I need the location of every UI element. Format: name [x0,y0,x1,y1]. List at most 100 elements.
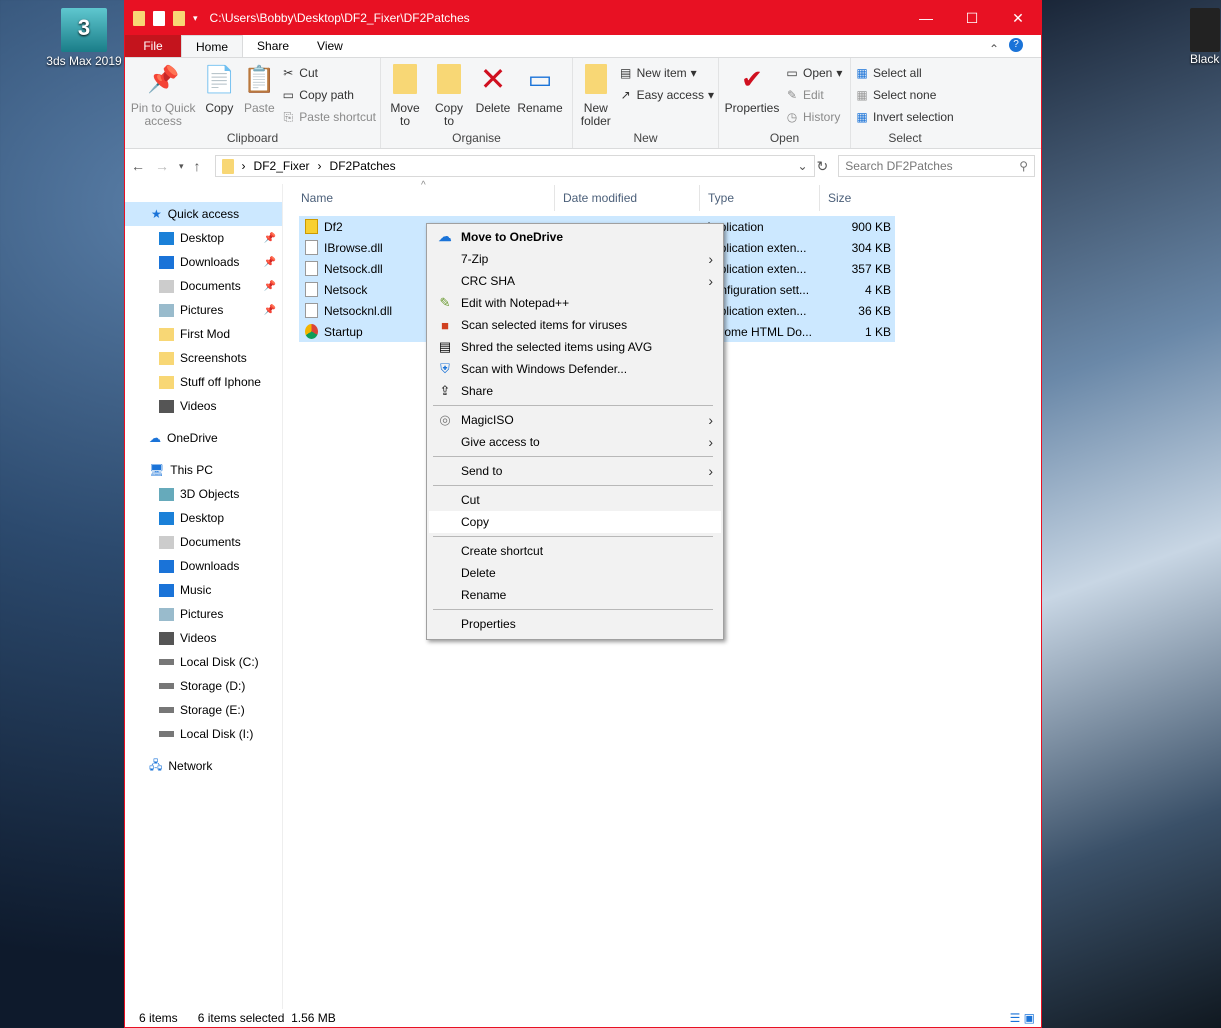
help-icon[interactable]: ? [1009,38,1023,52]
breadcrumb-df2patches[interactable]: DF2Patches [330,159,396,173]
menu-copy[interactable]: Copy [429,511,721,533]
nav-pc-storage-e-[interactable]: Storage (E:) [125,698,282,722]
breadcrumb-df2-fixer[interactable]: DF2_Fixer [254,159,310,173]
nav-quick-stuff-off-iphone[interactable]: Stuff off Iphone [125,370,282,394]
nav-pc-downloads[interactable]: Downloads [125,554,282,578]
back-button[interactable]: ← [131,158,145,174]
pin-quick-access-button[interactable]: 📌 Pin to Quick access [129,62,197,130]
minimize-button[interactable]: — [903,10,949,27]
menu-magiciso[interactable]: ◎ MagicISO › [427,409,723,431]
forward-button[interactable]: → [155,158,169,174]
nav-quick-documents[interactable]: Documents 📌 [125,274,282,298]
open-icon: ▭ [786,66,798,80]
nav-pc-pictures[interactable]: Pictures [125,602,282,626]
menu-delete[interactable]: Delete [427,562,723,584]
menu-edit-notepadpp[interactable]: ✎ Edit with Notepad++ [427,292,723,314]
nav-pc-videos[interactable]: Videos [125,626,282,650]
select-none-button[interactable]: ▦ Select none [855,87,954,103]
column-name[interactable]: Name [283,185,555,211]
delete-button[interactable]: ✕ Delete [473,62,513,130]
new-item-button[interactable]: ▤ New item ▾ [619,65,714,81]
nav-quick-desktop[interactable]: Desktop 📌 [125,226,282,250]
recent-locations-button[interactable]: ▾ [179,161,184,172]
nav-pc-documents[interactable]: Documents [125,530,282,554]
copy-to-button[interactable]: Copy to [429,62,469,130]
refresh-button[interactable]: ↻ [817,158,829,175]
desktop-icon-label: 3ds Max 2019 [46,54,122,68]
paste-shortcut-button[interactable]: ⎘ Paste shortcut [281,109,376,125]
tab-home[interactable]: Home [181,35,244,57]
menu-give-access[interactable]: Give access to › [427,431,723,453]
drive-icon [159,683,174,689]
new-folder-quick-icon[interactable] [173,10,185,26]
menu-7zip[interactable]: 7-Zip › [427,248,723,270]
move-to-button[interactable]: Move to [385,62,425,130]
menu-crc-sha[interactable]: CRC SHA › [427,270,723,292]
search-input[interactable]: Search DF2Patches ⚲ [838,155,1035,177]
copy-button[interactable]: 📄 Copy [201,62,237,130]
menu-scan-avg[interactable]: ■ Scan selected items for viruses [427,314,723,336]
label: Scan with Windows Defender... [461,362,628,376]
properties-quick-icon[interactable] [153,10,165,26]
tab-file[interactable]: File [125,35,181,57]
column-date-modified[interactable]: Date modified [555,185,700,211]
nav-quick-pictures[interactable]: Pictures 📌 [125,298,282,322]
label: Storage (D:) [180,679,246,693]
paste-button[interactable]: 📋 Paste [241,62,277,130]
open-button[interactable]: ▭ Open ▾ [785,65,842,81]
desktop-icon-black[interactable]: Black [1190,8,1221,66]
avg-icon: ■ [441,317,449,333]
new-folder-button[interactable]: New folder [577,62,615,130]
label: Invert selection [873,110,954,124]
nav-network[interactable]: 🖧 Network [125,754,282,778]
nav-quick-first-mod[interactable]: First Mod [125,322,282,346]
edit-button[interactable]: ✎ Edit [785,87,842,103]
details-view-button[interactable]: ☰ ▣ [1010,1011,1035,1025]
folder-icon [159,399,174,413]
nav-onedrive[interactable]: ☁ OneDrive [125,426,282,450]
menu-move-to-onedrive[interactable]: ☁ Move to OneDrive [427,226,723,248]
nav-quick-access[interactable]: ★ Quick access [125,202,282,226]
address-bar[interactable]: › DF2_Fixer › DF2Patches ⌄ [214,155,815,177]
customize-chevron-icon[interactable]: ▾ [193,13,198,24]
column-type[interactable]: Type [700,185,820,211]
desktop-icon-3ds-max[interactable]: 3 3ds Max 2019 [44,8,124,68]
nav-quick-downloads[interactable]: Downloads 📌 [125,250,282,274]
nav-this-pc[interactable]: 🖥 This PC [125,458,282,482]
menu-send-to[interactable]: Send to › [427,460,723,482]
nav-pc-local-disk-c-[interactable]: Local Disk (C:) [125,650,282,674]
nav-quick-videos[interactable]: Videos [125,394,282,418]
select-all-button[interactable]: ▦ Select all [855,65,954,81]
easy-access-button[interactable]: ↗ Easy access ▾ [619,87,714,103]
menu-cut[interactable]: Cut [427,489,723,511]
label: New item [636,66,687,80]
address-dropdown-icon[interactable]: ⌄ [797,159,807,173]
collapse-ribbon-icon[interactable]: ⌃ [989,38,999,60]
cut-button[interactable]: ✂ Cut [281,65,376,81]
properties-button[interactable]: ✔ Properties [723,62,781,130]
tab-share[interactable]: Share [243,35,303,57]
history-button[interactable]: ◷ History [785,109,842,125]
menu-share[interactable]: ⇪ Share [427,380,723,402]
nav-quick-screenshots[interactable]: Screenshots [125,346,282,370]
menu-rename[interactable]: Rename [427,584,723,606]
nav-pc-local-disk-i-[interactable]: Local Disk (I:) [125,722,282,746]
label: Copy path [299,88,354,102]
label: Properties [461,617,516,631]
close-button[interactable]: ✕ [995,10,1041,27]
menu-scan-defender[interactable]: ⛨ Scan with Windows Defender... [427,358,723,380]
invert-selection-button[interactable]: ▦ Invert selection [855,109,954,125]
menu-shred-avg[interactable]: ▤ Shred the selected items using AVG [427,336,723,358]
rename-button[interactable]: ▭ Rename [517,62,563,130]
nav-pc-music[interactable]: Music [125,578,282,602]
menu-create-shortcut[interactable]: Create shortcut [427,540,723,562]
nav-pc-desktop[interactable]: Desktop [125,506,282,530]
nav-pc-storage-d-[interactable]: Storage (D:) [125,674,282,698]
menu-properties[interactable]: Properties [427,613,723,635]
nav-pc-3d-objects[interactable]: 3D Objects [125,482,282,506]
maximize-button[interactable]: ☐ [949,10,995,27]
column-size[interactable]: Size [820,185,900,211]
tab-view[interactable]: View [303,35,357,57]
copy-path-button[interactable]: ▭ Copy path [281,87,376,103]
up-button[interactable]: ↑ [194,158,201,174]
